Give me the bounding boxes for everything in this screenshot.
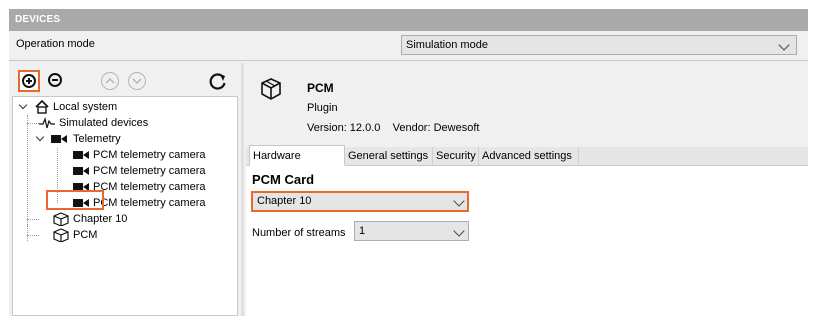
devices-header: DEVICES [9,9,808,31]
tree-node-chapter-10[interactable]: Chapter 10 [53,211,213,227]
home-icon [35,100,49,114]
tab-label: Advanced settings [482,150,572,162]
tab-security[interactable]: Security [433,147,479,166]
refresh-button[interactable] [208,71,228,91]
camera-icon [73,167,89,175]
hardware-settings-panel [246,166,808,316]
chevron-down-icon [132,78,142,85]
tree-label: Chapter 10 [73,213,128,225]
expand-icon[interactable] [18,100,28,110]
tab-label: General settings [348,150,429,162]
move-down-button[interactable] [128,72,146,90]
tab-advanced-settings[interactable]: Advanced settings [479,147,579,166]
tree-node-pcm-telemetry-camera[interactable]: PCM telemetry camera [73,147,233,163]
devices-panel: Operation mode Simulation mode Local sys… [9,31,808,316]
pcm-card-select[interactable]: Chapter 10 [251,191,469,212]
tree-label: PCM telemetry camera [93,165,206,177]
tree-node-pcm[interactable]: PCM [53,227,113,243]
tree-label: PCM telemetry camera [93,181,206,193]
chevron-up-icon [105,77,115,84]
chevron-down-icon [778,39,790,51]
tree-label: Telemetry [73,133,121,145]
chevron-down-icon [453,225,465,237]
pcm-card-title: PCM Card [252,172,315,187]
plugin-title: PCM [307,81,334,95]
tree-line [27,219,39,220]
number-of-streams-label: Number of streams [252,227,346,239]
number-of-streams-value: 1 [359,225,366,237]
cube-icon [53,228,69,242]
tree-label: PCM [73,229,98,241]
pcm-card-value: Chapter 10 [257,195,312,207]
tab-label: Security [436,150,476,162]
operation-mode-value: Simulation mode [406,39,488,51]
tab-hardware-settings[interactable]: Hardware settings [249,145,345,182]
tree-node-local-system[interactable]: Local system [17,99,217,115]
move-up-button[interactable] [101,72,119,90]
tree-line [27,225,28,241]
panel-splitter[interactable] [241,63,244,316]
number-of-streams-select[interactable]: 1 [354,221,469,241]
tree-node-pcm-telemetry-camera[interactable]: PCM telemetry camera [73,163,233,179]
minus-circle-icon [48,73,62,87]
tab-general-settings[interactable]: General settings [345,147,433,166]
tree-line [27,235,39,236]
tree-label: Simulated devices [59,117,149,129]
cube-icon [261,78,281,100]
plugin-subtitle: Plugin [307,102,338,114]
tree-line [27,123,39,124]
operation-mode-label: Operation mode [16,38,95,50]
tree-node-telemetry[interactable]: Telemetry [35,131,217,147]
settings-tabs: Hardware settings General settings Secur… [246,145,808,182]
tree-label: Local system [53,101,118,113]
tree-label: PCM telemetry camera [93,197,206,209]
divider [9,60,808,61]
selection-highlight [46,190,104,210]
plus-circle-icon [22,74,36,88]
operation-mode-select[interactable]: Simulation mode [401,35,797,55]
tree-node-simulated-devices[interactable]: Simulated devices [39,115,219,131]
cube-icon [53,212,69,226]
chevron-down-icon [453,195,465,207]
add-device-button[interactable] [18,70,40,92]
refresh-icon [209,73,226,90]
window-frame [0,0,817,9]
remove-device-button[interactable] [47,72,65,90]
tree-line [27,115,28,225]
tree-label: PCM telemetry camera [93,149,206,161]
waveform-icon [39,117,55,129]
plugin-version: Version: 12.0.0 Vendor: Dewesoft [307,122,480,134]
camera-icon [73,151,89,159]
expand-icon[interactable] [35,132,45,142]
camera-icon [51,135,67,143]
